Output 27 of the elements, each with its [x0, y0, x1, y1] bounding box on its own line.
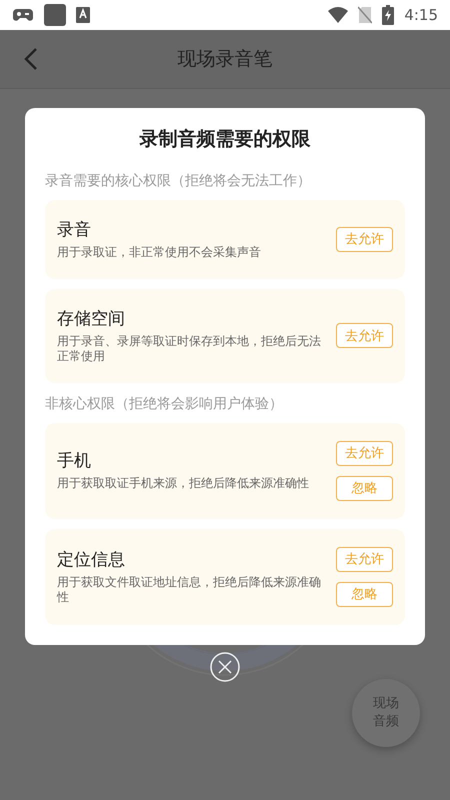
close-icon[interactable]: [210, 652, 240, 682]
gamepad-icon: [12, 8, 34, 22]
permission-description: 用于录取证，非正常使用不会采集声音: [57, 245, 262, 261]
section-heading: 非核心权限（拒绝将会影响用户体验）: [45, 394, 284, 413]
back-icon[interactable]: [24, 48, 38, 70]
allow-button[interactable]: 去允许: [336, 546, 393, 572]
battery-charging-icon: [382, 5, 394, 25]
permission-name: 存储空间: [57, 308, 126, 330]
dialog-title: 录制音频需要的权限: [138, 127, 312, 152]
allow-button[interactable]: 去允许: [336, 323, 393, 348]
keyboard-icon: [76, 7, 90, 23]
permission-name: 录音: [57, 219, 92, 241]
ignore-button[interactable]: 忽略: [336, 582, 393, 607]
permission-name: 手机: [57, 450, 92, 472]
ignore-button[interactable]: 忽略: [336, 476, 393, 501]
permission-description: 用于录音、录屏等取证时保存到本地，拒绝后无法正常使用: [57, 334, 322, 365]
allow-button[interactable]: 去允许: [336, 226, 393, 252]
permission-name: 定位信息: [57, 548, 126, 571]
wifi-icon: [328, 7, 348, 23]
allow-button[interactable]: 去允许: [336, 440, 393, 466]
permission-description: 用于获取文件取证地址信息，拒绝后降低来源准确性: [57, 574, 322, 606]
clock-time: 4:15: [404, 6, 438, 24]
no-sim-icon: [358, 6, 372, 24]
page-title: 现场录音笔: [178, 47, 272, 72]
app-icon: [44, 4, 66, 26]
section-heading: 录音需要的核心权限（拒绝将会无法工作）: [45, 172, 312, 190]
permission-description: 用于获取取证手机来源，拒绝后降低来源准确性: [57, 476, 310, 492]
